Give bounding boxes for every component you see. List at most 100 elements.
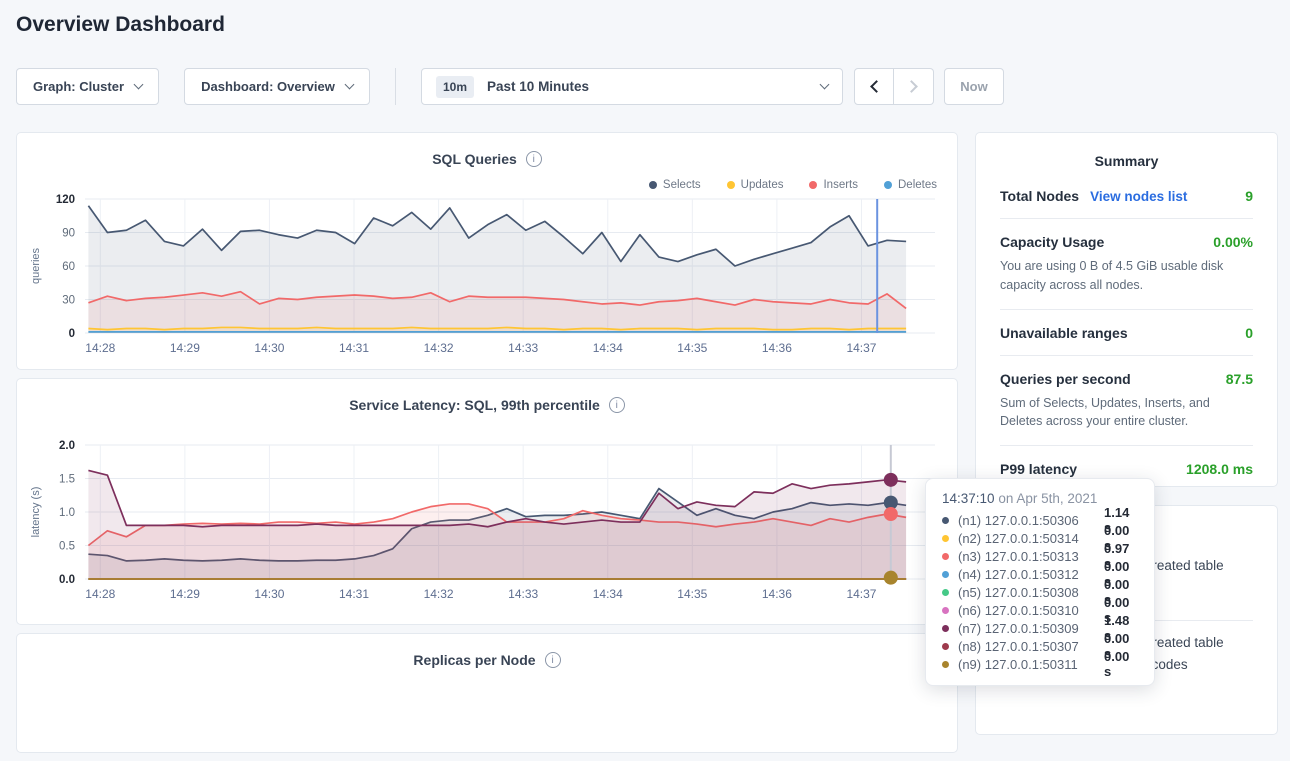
legend-dot	[649, 181, 657, 189]
svg-text:14:28: 14:28	[85, 587, 115, 601]
summary-row: Capacity Usage 0.00% You are using 0 B of …	[1000, 219, 1253, 310]
legend-label: Selects	[663, 179, 701, 191]
tooltip-node-label: (n1) 127.0.0.1:50306	[958, 513, 1104, 528]
chart-tooltip: 14:37:10 on Apr 5th, 2021 (n1) 127.0.0.1…	[925, 478, 1155, 686]
node-color-dot	[942, 589, 949, 596]
charts-column: SQL Queries i Selects Updates Inserts Delet…	[16, 132, 958, 761]
tooltip-node-label: (n2) 127.0.0.1:50314	[958, 531, 1104, 546]
summary-row-description: You are using 0 B of 4.5 GiB usable disk…	[1000, 257, 1253, 295]
svg-text:2.0: 2.0	[59, 440, 75, 452]
svg-text:14:30: 14:30	[254, 341, 284, 355]
time-range-badge: 10m	[436, 76, 474, 98]
chart-header: SQL Queries i	[17, 133, 957, 167]
summary-row-value: 87.5	[1226, 371, 1253, 387]
graph-dropdown[interactable]: Graph: Cluster	[16, 68, 159, 105]
info-icon[interactable]: i	[609, 397, 625, 413]
time-prev-button[interactable]	[854, 68, 894, 105]
svg-text:0.0: 0.0	[59, 574, 75, 586]
svg-text:14:31: 14:31	[339, 341, 369, 355]
summary-row-description: Sum of Selects, Updates, Inserts, and De…	[1000, 394, 1253, 432]
svg-text:14:34: 14:34	[593, 341, 623, 355]
controls-bar: Graph: Cluster Dashboard: Overview 10m P…	[16, 68, 1004, 105]
svg-text:14:35: 14:35	[677, 341, 707, 355]
chart-header: Service Latency: SQL, 99th percentile i	[17, 379, 957, 413]
chevron-down-icon	[344, 80, 354, 90]
time-range-label: Past 10 Minutes	[487, 79, 589, 94]
node-color-dot	[942, 607, 949, 614]
tooltip-node-label: (n5) 127.0.0.1:50308	[958, 585, 1104, 600]
legend-item-updates[interactable]: Updates	[727, 179, 784, 191]
sql-queries-chart[interactable]: 030609012014:2814:2914:3014:3114:3214:33…	[21, 191, 951, 363]
tooltip-node-label: (n7) 127.0.0.1:50309	[958, 621, 1104, 636]
tooltip-date: on Apr 5th, 2021	[998, 491, 1097, 506]
chart-title-replicas-per-node: Replicas per Node	[413, 652, 535, 668]
info-icon[interactable]: i	[526, 151, 542, 167]
page-title: Overview Dashboard	[16, 13, 225, 37]
tooltip-row: (n9) 127.0.0.1:503110.00 s	[942, 655, 1138, 673]
svg-text:queries: queries	[30, 247, 42, 284]
dashboard-dropdown[interactable]: Dashboard: Overview	[184, 68, 370, 105]
tooltip-node-label: (n9) 127.0.0.1:50311	[958, 657, 1104, 672]
node-color-dot	[942, 643, 949, 650]
tooltip-time: 14:37:10	[942, 491, 995, 506]
tooltip-node-label: (n8) 127.0.0.1:50307	[958, 639, 1104, 654]
now-button[interactable]: Now	[944, 68, 1004, 105]
summary-rows: Total NodesView nodes list9Capacity Usag…	[1000, 173, 1253, 491]
info-icon[interactable]: i	[545, 652, 561, 668]
svg-text:14:32: 14:32	[424, 587, 454, 601]
legend-dot	[727, 181, 735, 189]
summary-row: Unavailable ranges0	[1000, 310, 1253, 356]
svg-text:latency (s): latency (s)	[30, 487, 42, 538]
summary-panel: Summary Total NodesView nodes list9Capac…	[975, 132, 1278, 487]
summary-title: Summary	[1000, 153, 1253, 173]
legend-item-deletes[interactable]: Deletes	[884, 179, 937, 191]
time-nav-group	[854, 68, 934, 105]
tooltip-node-label: (n3) 127.0.0.1:50313	[958, 549, 1104, 564]
summary-row-value: 1208.0 ms	[1186, 461, 1253, 477]
node-color-dot	[942, 625, 949, 632]
svg-text:14:37: 14:37	[846, 587, 876, 601]
svg-text:0.5: 0.5	[59, 541, 75, 553]
svg-text:14:29: 14:29	[170, 587, 200, 601]
arrow-right-icon	[905, 80, 918, 93]
service-latency-card: Service Latency: SQL, 99th percentile i …	[16, 378, 958, 625]
svg-text:14:30: 14:30	[254, 587, 284, 601]
chevron-down-icon	[134, 80, 144, 90]
svg-text:14:36: 14:36	[762, 341, 792, 355]
svg-text:14:32: 14:32	[424, 341, 454, 355]
summary-row-label: Queries per second	[1000, 371, 1131, 387]
svg-text:14:29: 14:29	[170, 341, 200, 355]
chart-title-sql-queries: SQL Queries	[432, 151, 517, 167]
node-color-dot	[942, 517, 949, 524]
dashboard-dropdown-label: Dashboard: Overview	[201, 79, 335, 94]
summary-row-label: Capacity Usage	[1000, 234, 1104, 250]
node-color-dot	[942, 661, 949, 668]
svg-text:60: 60	[62, 261, 75, 273]
node-color-dot	[942, 571, 949, 578]
svg-text:14:35: 14:35	[677, 587, 707, 601]
node-color-dot	[942, 553, 949, 560]
svg-text:14:31: 14:31	[339, 587, 369, 601]
time-next-button[interactable]	[894, 68, 934, 105]
divider	[395, 68, 396, 105]
view-nodes-list-link[interactable]: View nodes list	[1090, 189, 1187, 204]
sql-queries-card: SQL Queries i Selects Updates Inserts Delet…	[16, 132, 958, 370]
legend-label: Updates	[741, 179, 784, 191]
tooltip-node-label: (n4) 127.0.0.1:50312	[958, 567, 1104, 582]
legend-item-inserts[interactable]: Inserts	[809, 179, 858, 191]
summary-row: Total NodesView nodes list9	[1000, 173, 1253, 219]
service-latency-chart[interactable]: 0.00.51.01.52.014:2814:2914:3014:3114:32…	[21, 437, 951, 609]
summary-row-label: Unavailable ranges	[1000, 325, 1128, 341]
svg-text:14:28: 14:28	[85, 341, 115, 355]
svg-text:14:34: 14:34	[593, 587, 623, 601]
svg-text:120: 120	[56, 194, 75, 206]
legend-item-selects[interactable]: Selects	[649, 179, 701, 191]
svg-text:14:37: 14:37	[846, 341, 876, 355]
replicas-per-node-card: Replicas per Node i	[16, 633, 958, 753]
summary-row-value: 0.00%	[1213, 234, 1253, 250]
node-color-dot	[942, 535, 949, 542]
chart-legend: Selects Updates Inserts Deletes	[623, 179, 937, 191]
legend-label: Deletes	[898, 179, 937, 191]
summary-row-value: 9	[1245, 188, 1253, 204]
time-range-dropdown[interactable]: 10m Past 10 Minutes	[421, 68, 843, 105]
